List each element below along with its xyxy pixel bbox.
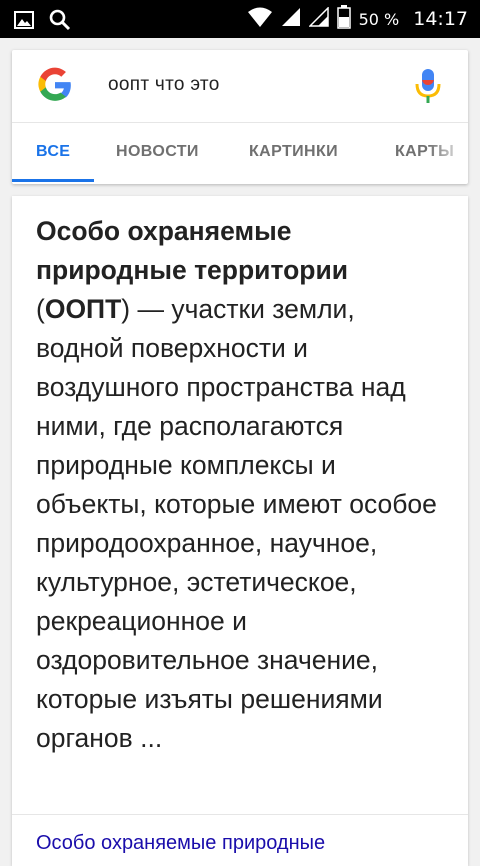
status-bar: 50 % 14:17 [0, 0, 480, 38]
clock: 14:17 [413, 8, 468, 30]
snippet-body: ) — участки земли, водной поверхности и … [36, 294, 437, 753]
google-logo [36, 66, 74, 104]
battery-percent: 50 % [358, 9, 400, 29]
featured-snippet-card: Особо охраняемые природные территории (О… [12, 196, 468, 866]
divider [12, 814, 468, 815]
search-icon [48, 8, 72, 37]
search-input[interactable]: оопт что это [108, 74, 220, 96]
snippet-text: Особо охраняемые природные территории (О… [36, 212, 448, 758]
battery-icon [336, 4, 351, 34]
wifi-icon [247, 6, 273, 33]
mic-icon[interactable] [414, 68, 442, 104]
tab-all[interactable]: ВСЕ [36, 123, 70, 181]
result-link[interactable]: Особо охраняемые природные [36, 832, 325, 855]
image-icon [14, 10, 34, 35]
snippet-paren: ( [36, 294, 45, 324]
snippet-title: Особо охраняемые природные территории [36, 216, 349, 285]
search-card: оопт что это ВСЕ НОВОСТИ КАРТИНКИ КАРТЫ [12, 50, 468, 184]
signal-icon [307, 5, 329, 32]
tab-news[interactable]: НОВОСТИ [116, 123, 199, 181]
signal-icon [281, 7, 301, 32]
search-tabs: ВСЕ НОВОСТИ КАРТИНКИ КАРТЫ [12, 123, 468, 184]
active-tab-indicator [12, 179, 94, 182]
snippet-abbr: ООПТ [44, 294, 122, 324]
tab-images[interactable]: КАРТИНКИ [249, 123, 338, 181]
search-bar[interactable]: оопт что это [12, 50, 468, 122]
tabs-fade [428, 123, 468, 181]
